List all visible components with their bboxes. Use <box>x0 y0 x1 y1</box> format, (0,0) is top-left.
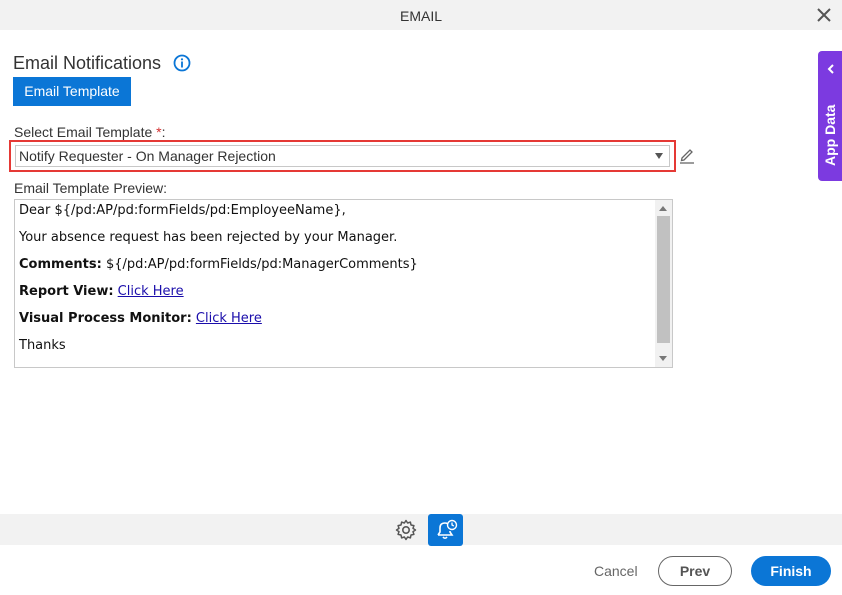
comments-value: ${/pd:AP/pd:formFields/pd:ManagerComment… <box>105 257 418 272</box>
select-template-label-text: Select Email Template <box>14 124 153 140</box>
scroll-down-icon[interactable] <box>659 356 667 361</box>
scroll-up-icon[interactable] <box>659 206 667 211</box>
gear-icon[interactable] <box>394 518 418 542</box>
preview-comments: Comments: ${/pd:AP/pd:formFields/pd:Mana… <box>19 257 654 284</box>
preview-closing: Thanks <box>19 338 66 353</box>
email-dialog: EMAIL Email Notifications Email Template… <box>0 0 842 595</box>
monitor-link[interactable]: Click Here <box>196 311 262 326</box>
title-bar: EMAIL <box>0 0 842 30</box>
label-suffix: : <box>161 124 166 140</box>
monitor-label: Visual Process Monitor: <box>19 311 192 326</box>
preview-message: Your absence request has been rejected b… <box>19 230 398 245</box>
preview-report: Report View: Click Here <box>19 284 654 311</box>
dialog-title: EMAIL <box>399 8 442 24</box>
report-label: Report View: <box>19 284 114 299</box>
cancel-button[interactable]: Cancel <box>594 563 638 579</box>
template-select-value: Notify Requester - On Manager Rejection <box>19 148 276 164</box>
bell-clock-icon <box>437 519 458 540</box>
app-data-tab[interactable]: App Data <box>818 51 842 181</box>
scroll-thumb[interactable] <box>657 216 670 343</box>
notifications-button[interactable] <box>428 514 463 546</box>
preview-scrollbar[interactable] <box>655 200 672 367</box>
section-title: Email Notifications <box>13 53 162 73</box>
preview-monitor: Visual Process Monitor: Click Here <box>19 311 654 338</box>
template-preview[interactable]: Dear ${/pd:AP/pd:formFields/pd:EmployeeN… <box>14 199 673 368</box>
report-link[interactable]: Click Here <box>118 284 184 299</box>
finish-button[interactable]: Finish <box>751 556 831 586</box>
pencil-icon[interactable] <box>679 146 695 164</box>
app-data-label: App Data <box>822 104 838 166</box>
caret-down-icon[interactable] <box>655 153 663 159</box>
select-template-label: Select Email Template *: <box>14 124 165 140</box>
bottom-toolstrip <box>0 514 842 545</box>
preview-label: Email Template Preview: <box>14 180 168 196</box>
info-icon[interactable] <box>173 54 191 72</box>
close-icon[interactable] <box>815 6 833 24</box>
preview-body: Dear ${/pd:AP/pd:formFields/pd:EmployeeN… <box>19 203 654 365</box>
chevron-left-icon <box>827 64 834 74</box>
preview-greeting: Dear ${/pd:AP/pd:formFields/pd:EmployeeN… <box>19 203 346 218</box>
prev-button[interactable]: Prev <box>658 556 732 586</box>
template-select-highlight: Notify Requester - On Manager Rejection <box>9 140 676 172</box>
template-select[interactable]: Notify Requester - On Manager Rejection <box>15 145 670 167</box>
email-template-tab[interactable]: Email Template <box>13 77 131 106</box>
comments-label: Comments: <box>19 257 102 272</box>
